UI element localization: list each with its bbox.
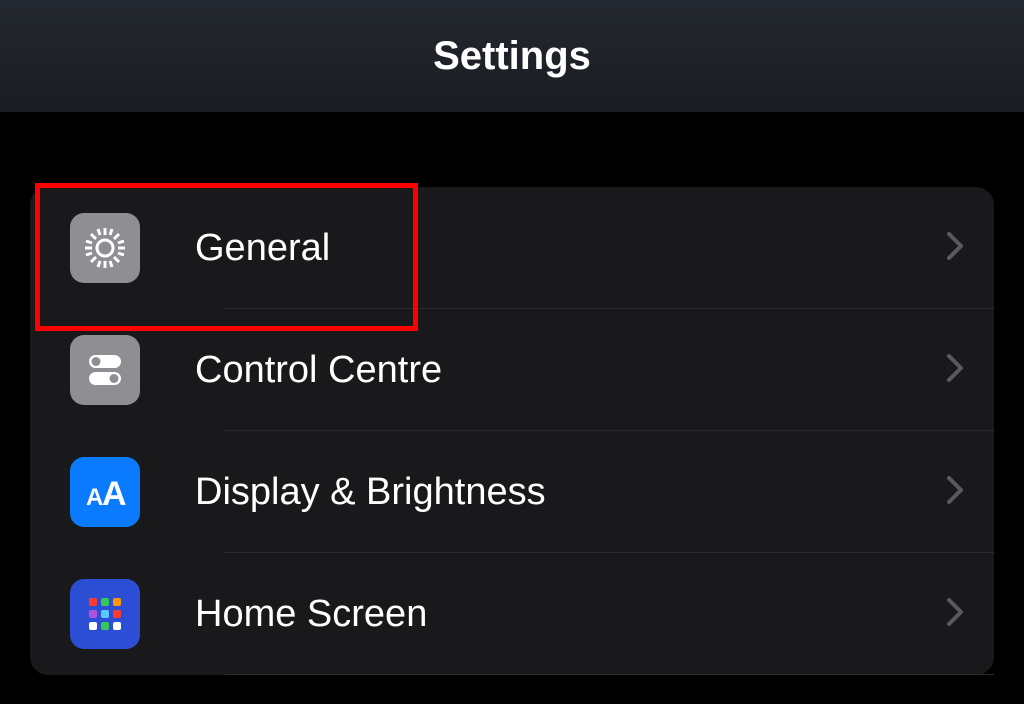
app-grid-icon <box>70 579 140 649</box>
row-label: Control Centre <box>195 349 946 392</box>
chevron-right-icon <box>946 353 964 388</box>
header: Settings <box>0 0 1024 112</box>
row-label: General <box>195 227 946 270</box>
row-control-centre[interactable]: Control Centre <box>30 309 994 431</box>
chevron-right-icon <box>946 231 964 266</box>
chevron-right-icon <box>946 475 964 510</box>
row-label: Display & Brightness <box>195 471 946 514</box>
divider <box>225 674 994 675</box>
gear-icon <box>70 213 140 283</box>
page-title: Settings <box>433 34 591 79</box>
chevron-right-icon <box>946 597 964 632</box>
settings-list: General Control Centre <box>30 187 994 675</box>
row-general[interactable]: General <box>30 187 994 309</box>
text-size-icon: A A <box>70 457 140 527</box>
row-label: Home Screen <box>195 593 946 636</box>
row-display-brightness[interactable]: A A Display & Brightness <box>30 431 994 553</box>
svg-text:A: A <box>86 484 103 511</box>
toggles-icon <box>70 335 140 405</box>
row-home-screen[interactable]: Home Screen <box>30 553 994 675</box>
svg-text:A: A <box>102 475 127 513</box>
settings-content: General Control Centre <box>0 112 1024 675</box>
